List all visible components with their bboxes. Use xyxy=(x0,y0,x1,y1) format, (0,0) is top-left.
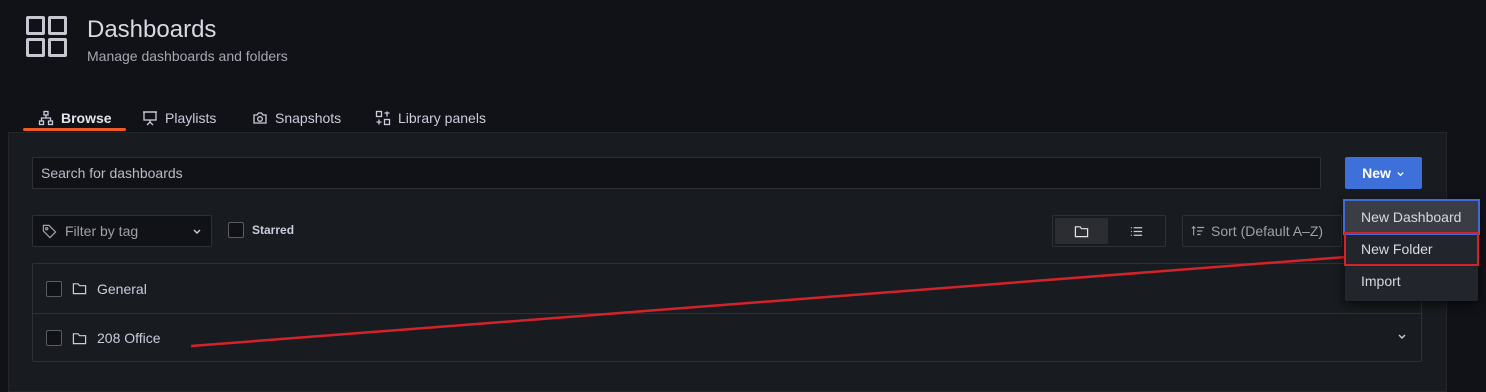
menu-item-label: New Folder xyxy=(1361,241,1433,257)
tag-filter-placeholder: Filter by tag xyxy=(65,223,139,239)
sort-icon xyxy=(1191,225,1205,236)
active-tab-indicator xyxy=(23,128,126,131)
tab-label: Snapshots xyxy=(275,110,342,126)
sort-select[interactable]: Sort (Default A–Z) xyxy=(1182,215,1342,247)
folder-checkbox[interactable] xyxy=(46,280,62,297)
tab-library-panels[interactable]: Library panels xyxy=(375,104,486,132)
new-dropdown-menu: New Dashboard New Folder Import xyxy=(1343,199,1480,301)
menu-item-label: New Dashboard xyxy=(1361,209,1462,225)
chevron-down-icon xyxy=(193,229,201,234)
folder-checkbox[interactable] xyxy=(46,330,62,346)
list-view-button[interactable] xyxy=(1110,218,1163,244)
tab-label: Playlists xyxy=(165,110,217,126)
new-button-label: New xyxy=(1362,165,1391,181)
presentation-icon xyxy=(143,111,157,126)
tab-label: Library panels xyxy=(398,110,486,126)
tab-snapshots[interactable]: Snapshots xyxy=(252,104,341,132)
folder-icon xyxy=(72,332,87,344)
list-icon xyxy=(1130,226,1143,236)
starred-filter[interactable]: Starred xyxy=(228,222,294,238)
folder-name: General xyxy=(97,280,147,297)
folder-name: 208 Office xyxy=(97,330,161,346)
dashboards-app-icon xyxy=(26,16,68,58)
tab-playlists[interactable]: Playlists xyxy=(142,104,216,132)
sort-label: Sort (Default A–Z) xyxy=(1211,223,1324,239)
folder-row[interactable]: 208 Office xyxy=(33,313,1421,362)
folder-icon xyxy=(72,283,87,295)
folder-row[interactable]: General xyxy=(33,264,1421,313)
tag-filter[interactable]: Filter by tag xyxy=(32,215,212,247)
chevron-down-icon xyxy=(1397,171,1404,176)
menu-item-label: Import xyxy=(1361,273,1401,289)
new-button[interactable]: New xyxy=(1345,157,1422,189)
folder-icon xyxy=(1074,225,1089,237)
camera-icon xyxy=(253,112,267,124)
search-input[interactable] xyxy=(33,158,1320,188)
library-panels-icon xyxy=(375,110,391,126)
sitemap-icon xyxy=(38,110,54,126)
page-title: Dashboards xyxy=(87,16,217,43)
chevron-down-icon[interactable] xyxy=(1397,331,1407,341)
folder-list: General 208 Office xyxy=(32,263,1422,362)
page-subtitle: Manage dashboards and folders xyxy=(87,48,288,64)
view-mode-toggle xyxy=(1052,215,1166,247)
search-box[interactable] xyxy=(32,157,1321,189)
folder-view-button[interactable] xyxy=(1055,218,1108,244)
starred-checkbox[interactable] xyxy=(228,222,244,238)
menu-item-new-folder[interactable]: New Folder xyxy=(1344,232,1479,266)
menu-item-new-dashboard[interactable]: New Dashboard xyxy=(1343,199,1480,235)
menu-item-import[interactable]: Import xyxy=(1345,265,1478,297)
tab-label: Browse xyxy=(61,110,112,126)
tag-icon xyxy=(42,224,57,238)
starred-label: Starred xyxy=(252,223,295,237)
